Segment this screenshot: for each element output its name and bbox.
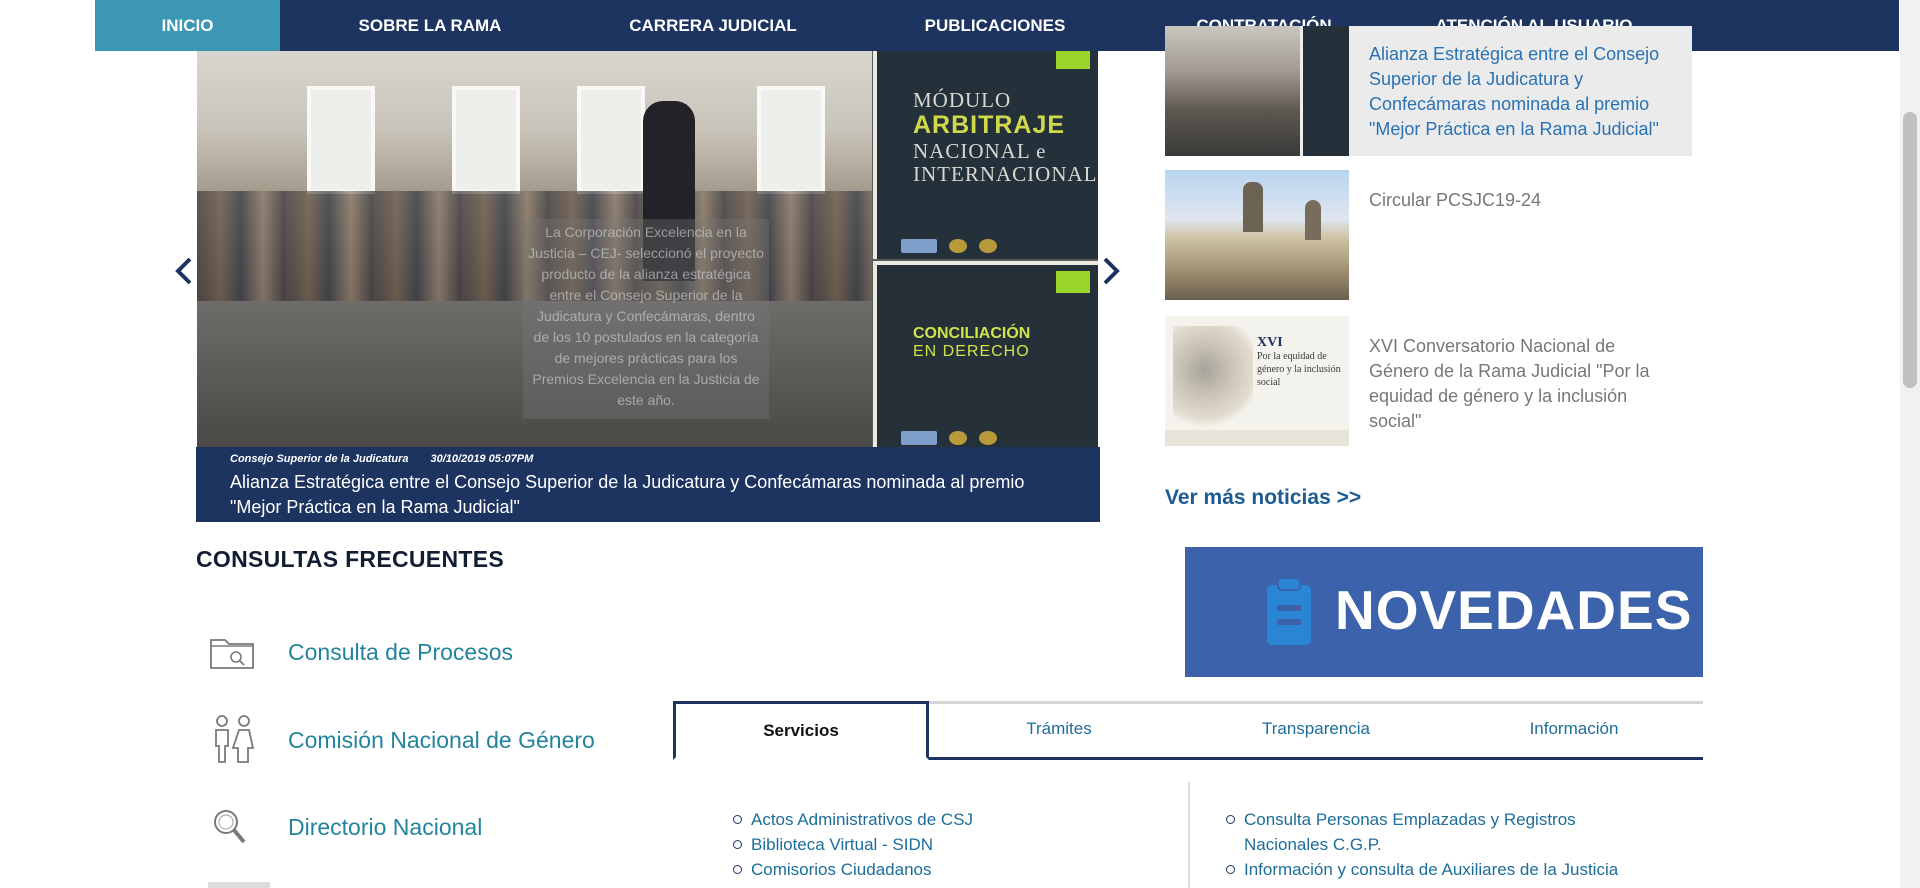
nav-item-carrera-judicial[interactable]: CARRERA JUDICIAL [580, 0, 846, 51]
folder-search-icon [208, 624, 268, 680]
consultas-title: CONSULTAS FRECUENTES [196, 546, 504, 572]
news-thumbnail [1165, 170, 1349, 300]
nav-item-sobre-la-rama[interactable]: SOBRE LA RAMA [280, 0, 580, 51]
news-thumbnail: XVI Por la equidad de género y la inclusi… [1165, 316, 1349, 446]
side-news-item[interactable]: Circular PCSJC19-24 [1165, 170, 1692, 300]
list-item[interactable]: Consulta Personas Emplazadas y Registros… [1224, 807, 1664, 857]
side-news-title[interactable]: Circular PCSJC19-24 [1369, 188, 1679, 213]
book-logos [901, 237, 1081, 255]
gender-people-icon [208, 712, 268, 768]
page-scrollbar[interactable] [1900, 0, 1920, 888]
services-list-right: Consulta Personas Emplazadas y Registros… [1224, 807, 1664, 882]
more-news-link[interactable]: Ver más noticias >> [1165, 486, 1361, 510]
slide-caption: La Corporación Excelencia en la Justicia… [528, 224, 764, 408]
news-date: 30/10/2019 05:07PM [430, 453, 534, 465]
consulta-procesos-link[interactable]: Consulta de Procesos [208, 624, 513, 680]
list-item[interactable]: Biblioteca Virtual - SIDN [731, 832, 1151, 857]
chevron-right-icon[interactable] [1101, 256, 1121, 286]
side-news-title[interactable]: XVI Conversatorio Nacional de Género de … [1369, 334, 1679, 434]
next-consulta-icon [208, 882, 270, 888]
tab-servicios[interactable]: Servicios [673, 701, 929, 760]
novedades-banner[interactable]: NOVEDADES [1185, 547, 1703, 677]
tab-informacion[interactable]: Información [1446, 701, 1702, 757]
comision-genero-link[interactable]: Comisión Nacional de Género [208, 712, 595, 768]
services-list-left: Actos Administrativos de CSJ Biblioteca … [731, 807, 1151, 882]
nav-item-inicio[interactable]: INICIO [95, 0, 280, 51]
directorio-nacional-link[interactable]: Directorio Nacional [208, 799, 482, 855]
featured-news-bar[interactable]: Consejo Superior de la Judicatura 30/10/2… [196, 447, 1100, 522]
services-tabs: Servicios Trámites Transparencia Informa… [673, 701, 1703, 760]
book-logos [901, 429, 1081, 447]
list-item[interactable]: Actos Administrativos de CSJ [731, 807, 1151, 832]
side-news-item[interactable]: Alianza Estratégica entre el Consejo Sup… [1165, 26, 1692, 156]
clipboard-icon [1263, 575, 1315, 649]
scrollbar-thumb[interactable] [1903, 112, 1917, 388]
side-news-item[interactable]: XVI Por la equidad de género y la inclusi… [1165, 316, 1692, 446]
book-cover-conciliacion: CONCILIACIÓN EN DERECHO [873, 261, 1098, 447]
tab-transparencia[interactable]: Transparencia [1188, 701, 1444, 757]
news-thumbnail [1165, 26, 1349, 156]
side-news-title[interactable]: Alianza Estratégica entre el Consejo Sup… [1369, 42, 1679, 142]
news-source: Consejo Superior de la Judicatura [230, 453, 409, 465]
book-cover-arbitraje: MÓDULO ARBITRAJE NACIONAL e INTERNACIONA… [873, 51, 1098, 259]
nav-item-publicaciones[interactable]: PUBLICACIONES [846, 0, 1144, 51]
list-item[interactable]: Información y consulta de Auxiliares de … [1224, 857, 1664, 882]
magnifier-icon [208, 799, 268, 855]
column-divider [1188, 782, 1190, 888]
news-headline[interactable]: Alianza Estratégica entre el Consejo Sup… [230, 470, 1070, 520]
chevron-left-icon[interactable] [174, 256, 194, 286]
news-slider[interactable]: MÓDULO ARBITRAJE NACIONAL e INTERNACIONA… [197, 51, 1098, 447]
tab-tramites[interactable]: Trámites [931, 701, 1187, 757]
list-item[interactable]: Comisorios Ciudadanos [731, 857, 1151, 882]
